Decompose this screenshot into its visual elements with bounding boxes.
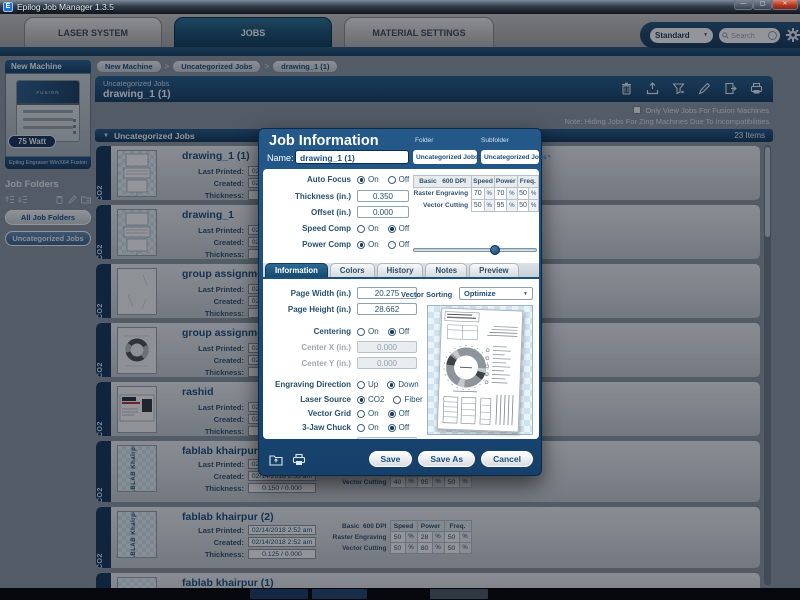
centering-label: Centering xyxy=(313,327,351,336)
save-button[interactable]: Save xyxy=(368,451,413,467)
centering-on-radio[interactable]: On xyxy=(357,327,379,336)
tab-information[interactable]: Information xyxy=(265,263,328,277)
app-icon: E xyxy=(3,2,13,12)
close-button[interactable]: ✕ xyxy=(772,0,798,10)
dialog-title: Job Information xyxy=(269,133,379,149)
subfolder-select[interactable]: Uncategorized Jobs xyxy=(481,150,547,164)
vector-sorting-select[interactable]: Optimize xyxy=(459,287,533,300)
laser-fiber-radio[interactable]: Fiber xyxy=(393,395,423,404)
minimize-button[interactable]: — xyxy=(734,0,753,10)
slider-handle[interactable] xyxy=(489,245,500,255)
offset-input[interactable]: 0.000 xyxy=(357,206,409,218)
engraving-up-radio[interactable]: Up xyxy=(357,380,378,389)
power-comp-label: Power Comp xyxy=(302,240,351,249)
center-x-input: 0.000 xyxy=(357,341,417,353)
dpi-settings-table: Basic 600 DPI Speed Power Freq. Raster E… xyxy=(412,175,539,212)
thickness-label: Thickness (in.) xyxy=(294,191,351,201)
auto-focus-label: Auto Focus xyxy=(307,175,351,184)
auto-focus-off-radio[interactable]: Off xyxy=(387,175,409,184)
tab-colors[interactable]: Colors xyxy=(329,263,375,277)
save-as-button[interactable]: Save As xyxy=(418,451,476,467)
dropdown-arrow-icon xyxy=(523,291,528,297)
vector-grid-label: Vector Grid xyxy=(307,409,351,418)
vector-grid-off-radio[interactable]: Off xyxy=(387,409,409,418)
folder-label: Folder xyxy=(415,137,434,144)
power-comp-off-radio[interactable]: Off xyxy=(387,240,409,249)
maximize-button[interactable]: ▢ xyxy=(753,0,772,10)
page-height-input[interactable]: 28.662 xyxy=(357,303,417,315)
laser-co2-radio[interactable]: CO2 xyxy=(357,395,384,404)
power-comp-on-radio[interactable]: On xyxy=(357,240,379,249)
folder-select[interactable]: Uncategorized Jobs xyxy=(413,150,479,164)
dialog-tab-row: Information Colors History Notes Preview xyxy=(263,263,539,279)
jaw-chuck-off-radio[interactable]: Off xyxy=(387,423,409,432)
center-x-label: Center X (in.) xyxy=(301,342,351,352)
laser-source-label: Laser Source xyxy=(300,395,351,404)
cancel-button[interactable]: Cancel xyxy=(481,451,533,467)
tab-preview[interactable]: Preview xyxy=(469,263,519,277)
vector-sorting-value: Optimize xyxy=(464,289,496,298)
job-information-dialog: Job Information Folder Subfolder Name: d… xyxy=(258,128,547,477)
jaw-chuck-on-radio[interactable]: On xyxy=(357,423,379,432)
vector-grid-on-radio[interactable]: On xyxy=(357,409,379,418)
dropdown-arrow-icon xyxy=(547,154,552,160)
auto-focus-on-radio[interactable]: On xyxy=(357,175,379,184)
name-input[interactable]: drawing_1 (1) xyxy=(295,150,409,164)
diameter-label: Diameter (in.) xyxy=(263,439,351,440)
center-y-label: Center Y (in.) xyxy=(301,358,352,368)
engraving-direction-label: Engraving Direction xyxy=(274,380,351,389)
window-title: Epilog Job Manager 1.3.5 xyxy=(17,2,114,12)
vector-sorting-label: Vector Sorting xyxy=(401,290,453,299)
job-preview-image xyxy=(436,307,524,433)
subfolder-select-value: Uncategorized Jobs xyxy=(484,153,547,161)
dialog-body: Auto Focus On Off Thickness (in.) 0.350 … xyxy=(263,169,539,439)
speed-comp-off-radio[interactable]: Off xyxy=(387,224,409,233)
subfolder-label: Subfolder xyxy=(481,137,509,144)
speed-comp-label: Speed Comp xyxy=(302,224,351,233)
app-window: E Epilog Job Manager 1.3.5 — ▢ ✕ LASER S… xyxy=(0,0,800,600)
information-tab-panel: Page Width (in.) 20.275 Page Height (in.… xyxy=(263,281,539,439)
center-y-input: 0.000 xyxy=(357,357,417,369)
jaw-chuck-label: 3-Jaw Chuck xyxy=(302,423,351,432)
engraving-down-radio[interactable]: Down xyxy=(387,380,419,389)
dialog-footer: Save Save As Cancel xyxy=(259,441,543,477)
page-width-label: Page Width (in.) xyxy=(290,288,351,298)
thickness-input[interactable]: 0.350 xyxy=(357,190,409,202)
speed-comp-on-radio[interactable]: On xyxy=(357,224,379,233)
offset-label: Offset (in.) xyxy=(311,207,351,217)
title-bar: E Epilog Job Manager 1.3.5 — ▢ ✕ xyxy=(0,0,800,14)
tab-history[interactable]: History xyxy=(376,263,424,277)
job-preview-area xyxy=(427,305,533,435)
print-job-icon[interactable] xyxy=(292,453,306,466)
copy-job-icon[interactable] xyxy=(269,453,283,466)
tab-notes[interactable]: Notes xyxy=(425,263,468,277)
slider-track xyxy=(413,248,537,252)
folder-select-value: Uncategorized Jobs xyxy=(416,153,479,161)
centering-off-radio[interactable]: Off xyxy=(387,327,409,336)
diameter-input: 0.000 xyxy=(357,437,417,439)
name-label: Name: xyxy=(267,153,294,163)
speed-slider[interactable] xyxy=(413,245,537,255)
page-height-label: Page Height (in.) xyxy=(287,304,351,314)
